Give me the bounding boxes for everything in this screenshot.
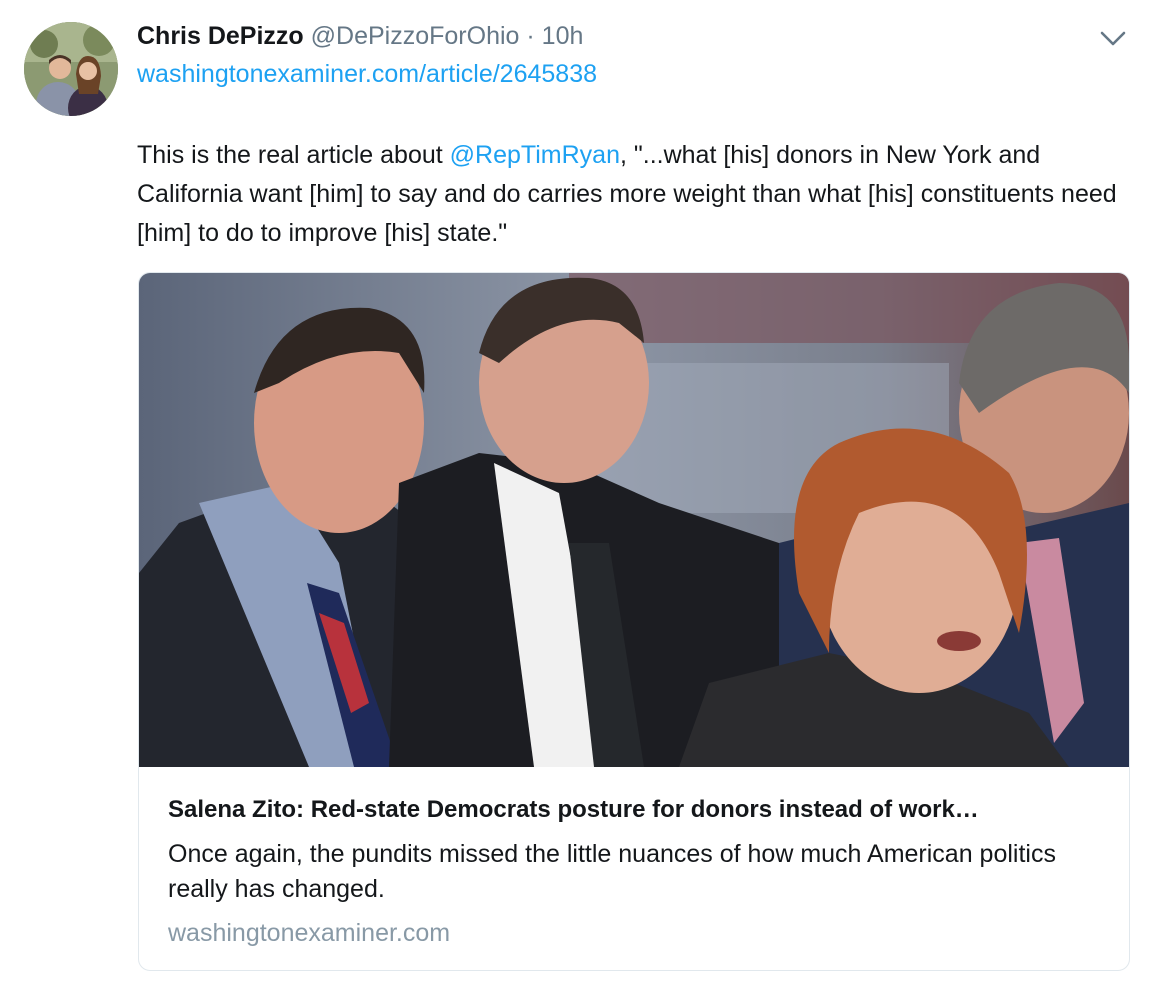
card-domain: washingtonexaminer.com — [168, 919, 451, 947]
mention-link[interactable]: @RepTimRyan — [450, 141, 620, 169]
link-card[interactable]: Salena Zito: Red-state Democrats posture… — [138, 272, 1130, 971]
tweet-link[interactable]: washingtonexaminer.com/article/2645838 — [137, 58, 1097, 90]
avatar[interactable] — [24, 22, 118, 116]
author-handle[interactable]: @DePizzoForOhio — [311, 22, 520, 50]
author-line: Chris DePizzo @DePizzoForOhio · 10h — [137, 20, 1097, 52]
separator: · — [526, 22, 535, 50]
tweet-text: This is the real article about @RepTimRy… — [137, 136, 1137, 253]
tweet-header: Chris DePizzo @DePizzoForOhio · 10h wash… — [137, 20, 1097, 90]
chevron-down-icon[interactable] — [1100, 30, 1126, 48]
card-title[interactable]: Salena Zito: Red-state Democrats posture… — [168, 795, 1108, 825]
timestamp[interactable]: 10h — [542, 22, 584, 50]
card-description: Once again, the pundits missed the littl… — [168, 840, 1056, 903]
card-image[interactable] — [139, 273, 1129, 767]
author-name[interactable]: Chris DePizzo — [137, 22, 304, 50]
tweet-text-start: This is the real article about — [137, 141, 450, 169]
